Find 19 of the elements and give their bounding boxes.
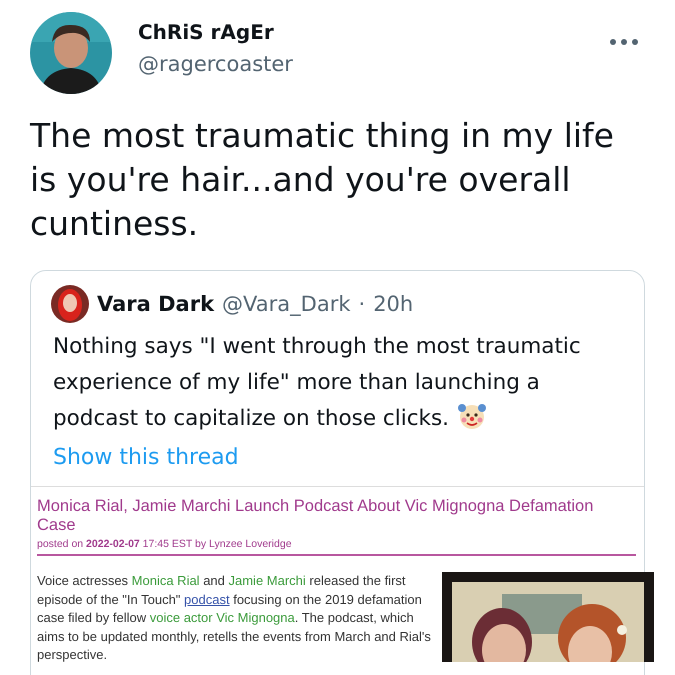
quoted-tweet-text: Nothing says "I went through the most traumatic experience of my life" more than launching a podcast to capitalize on those clicks. xyxy=(53,333,582,433)
name-link[interactable]: voice actor Vic Mignogna xyxy=(150,610,295,625)
tweet-text: The most traumatic thing in my life is you're hair...and you're overall cuntiness. xyxy=(30,115,615,245)
article-byline: posted on 2022-02-07 17:45 EST by Lynzee Loveridge xyxy=(37,538,636,556)
quoted-author-name: Vara Dark xyxy=(97,292,214,316)
quoted-author-handle: @Vara_Dark xyxy=(222,292,350,316)
article-title[interactable]: Monica Rial, Jamie Marchi Launch Podcast About Vic Mignogna Defamation Case xyxy=(37,497,636,535)
article-text: Voice actresses Monica Rial and Jamie Marchi released the first episode of the "In Touch" podcast focusing on the 2019 defamation case filed by fellow voice actor Vic Mignogna. The podcast, which aims to be updated monthly, retells the events from March and Rial's perspective. xyxy=(37,572,432,664)
podcast-link[interactable]: podcast xyxy=(184,592,230,606)
more-options-icon[interactable] xyxy=(609,38,639,46)
author-handle: @ragercoaster xyxy=(138,52,294,76)
clown-face-icon xyxy=(457,401,488,431)
author-name: ChRiS rAgEr xyxy=(138,20,275,44)
tweet-time: 20h xyxy=(373,292,414,316)
separator-dot: · xyxy=(358,292,366,316)
name-link[interactable]: Monica Rial xyxy=(132,573,200,588)
name-link[interactable]: Jamie Marchi xyxy=(228,573,306,588)
quoted-avatar[interactable] xyxy=(51,285,89,323)
show-thread-link[interactable]: Show this thread xyxy=(53,445,239,470)
